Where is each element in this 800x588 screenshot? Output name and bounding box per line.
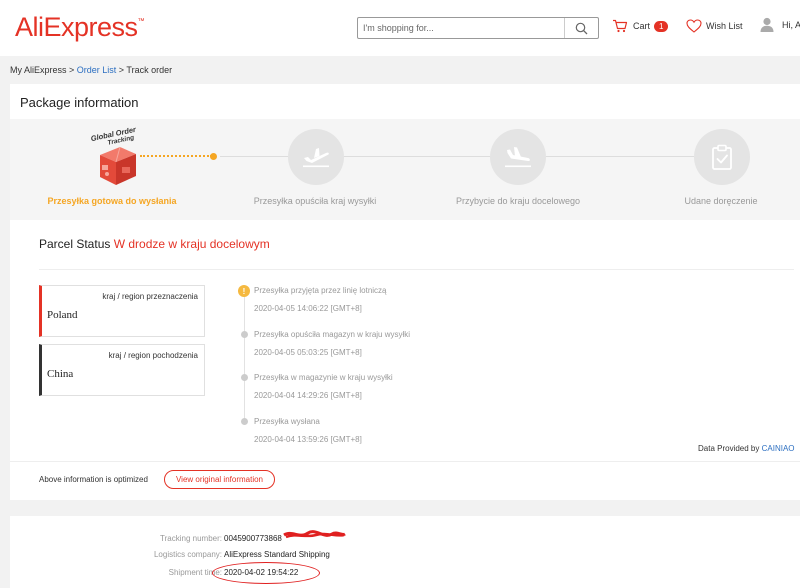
cart-link[interactable]: Cart 1 xyxy=(612,19,669,33)
step-label-arrived-destination: Przybycie do kraju docelowego xyxy=(455,196,581,206)
step-icon-delivered xyxy=(694,129,750,185)
timeline-event-time: 2020-04-05 05:03:25 [GMT+8] xyxy=(254,348,362,357)
heart-icon xyxy=(686,19,702,33)
provided-by-label: Data Provided by xyxy=(698,444,760,453)
destination-country: Poland xyxy=(47,309,78,321)
optimized-note: Above information is optimized xyxy=(39,475,148,484)
view-original-information-button[interactable]: View original information xyxy=(164,470,275,489)
progress-current-dot xyxy=(210,153,217,160)
wishlist-label: Wish List xyxy=(706,21,743,31)
parcel-status-label: Parcel Status xyxy=(39,237,111,251)
logistics-company-value: AliExpress Standard Shipping xyxy=(224,550,330,559)
timeline-dot xyxy=(241,374,248,381)
step-icon-left-origin xyxy=(288,129,344,185)
tracking-number-value: 0045900773868 xyxy=(224,534,282,543)
global-order-tracking-package-icon: Global Order Tracking xyxy=(86,125,146,189)
breadcrumb-current: Track order xyxy=(126,65,173,75)
site-header: AliExpress™ Cart 1 Wish List Hi, A xyxy=(0,0,800,56)
parcel-status: Parcel Status W drodze w kraju docelowym xyxy=(39,237,270,251)
provider-link[interactable]: CAINIAO xyxy=(762,444,795,453)
progress-line xyxy=(220,156,288,157)
search-icon xyxy=(575,22,588,34)
breadcrumb-separator: > xyxy=(66,65,77,75)
progress-line xyxy=(546,156,694,157)
progress-tracker: Global Order Tracking Przesyłka gotowa d… xyxy=(10,119,800,220)
tracking-number-label: Tracking number: xyxy=(160,534,222,543)
aliexpress-logo[interactable]: AliExpress™ xyxy=(15,12,145,43)
timeline-dot xyxy=(241,331,248,338)
hand-drawn-circle-annotation xyxy=(212,562,320,584)
redaction-scribble xyxy=(283,530,346,539)
data-provider-note: Data Provided by CAINIAO xyxy=(698,444,795,453)
step-label-left-origin: Przesyłka opuściła kraj wysyłki xyxy=(253,196,377,206)
divider xyxy=(10,461,800,462)
destination-region-card: kraj / region przeznaczenia Poland xyxy=(39,285,205,337)
timeline-event-time: 2020-04-05 14:06:22 [GMT+8] xyxy=(254,304,362,313)
step-icon-arrived-destination xyxy=(490,129,546,185)
cart-icon xyxy=(613,19,628,33)
timeline-event-text: Przesyłka w magazynie w kraju wysyłki xyxy=(254,373,393,382)
logistics-company-label: Logistics company: xyxy=(153,550,222,559)
timeline-event-text: Przesyłka opuściła magazyn w kraju wysył… xyxy=(254,330,411,339)
timeline-event-text: Przesyłka przyjęta przez linię lotniczą xyxy=(254,286,387,295)
parcel-status-value: W drodze w kraju docelowym xyxy=(113,237,270,251)
package-title: Package information xyxy=(20,95,139,110)
wishlist-link[interactable]: Wish List xyxy=(686,19,743,33)
timeline-event-text: Przesyłka wysłana xyxy=(254,417,320,426)
step-label-ready: Przesyłka gotowa do wysłania xyxy=(47,196,177,206)
breadcrumb-home[interactable]: My AliExpress xyxy=(10,65,67,75)
timeline-line xyxy=(244,290,245,424)
divider xyxy=(39,269,794,270)
clipboard-check-icon xyxy=(712,144,732,170)
timeline-current-alert-icon: ! xyxy=(238,285,250,297)
search-input[interactable] xyxy=(358,18,564,38)
cart-count-badge: 1 xyxy=(654,20,669,32)
user-greeting: Hi, A xyxy=(782,19,800,30)
plane-takeoff-icon xyxy=(303,148,329,168)
destination-caption: kraj / region przeznaczenia xyxy=(102,292,198,301)
search-button[interactable] xyxy=(564,18,598,38)
cart-label: Cart xyxy=(633,21,651,31)
plane-landing-icon xyxy=(505,147,531,168)
progress-line xyxy=(344,156,490,157)
tracking-details-panel: Tracking number: 0045900773868 Logistics… xyxy=(10,516,800,588)
breadcrumb-separator: > xyxy=(116,65,127,75)
timeline-dot xyxy=(241,418,248,425)
progress-line-done xyxy=(140,155,212,157)
origin-region-card: kraj / region pochodzenia China xyxy=(39,344,205,396)
user-icon xyxy=(760,17,774,32)
breadcrumb: My AliExpress > Order List > Track order xyxy=(10,65,172,75)
step-label-delivered: Udane doręczenie xyxy=(684,196,758,206)
timeline-event-time: 2020-04-04 13:59:26 [GMT+8] xyxy=(254,435,362,444)
breadcrumb-order-list[interactable]: Order List xyxy=(77,65,117,75)
timeline-event-time: 2020-04-04 14:29:26 [GMT+8] xyxy=(254,391,362,400)
origin-caption: kraj / region pochodzenia xyxy=(108,351,198,360)
search-bar xyxy=(357,17,599,39)
package-panel: Package information Global Order Trackin… xyxy=(10,84,800,500)
user-account[interactable]: Hi, A xyxy=(760,17,800,32)
origin-country: China xyxy=(47,368,74,380)
